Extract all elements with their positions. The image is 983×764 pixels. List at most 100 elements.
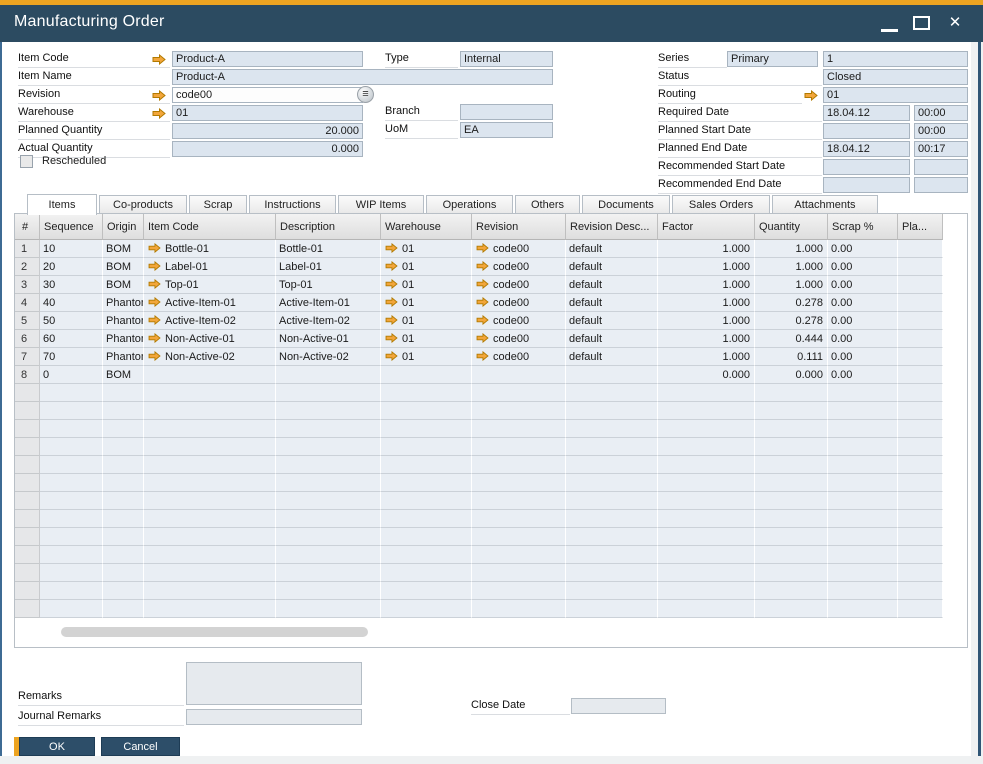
link-arrow-icon[interactable] <box>385 315 398 325</box>
recommended-start-date-field[interactable] <box>823 159 910 175</box>
link-arrow-icon[interactable] <box>476 315 489 325</box>
planned-quantity-field[interactable]: 20.000 <box>172 123 363 139</box>
column-header[interactable]: # <box>15 214 40 240</box>
table-row[interactable] <box>15 510 943 528</box>
column-header[interactable]: Item Code <box>144 214 276 240</box>
link-arrow-icon[interactable] <box>152 54 166 65</box>
tab-items[interactable]: Items <box>27 194 97 215</box>
table-row[interactable] <box>15 546 943 564</box>
link-arrow-icon[interactable] <box>804 90 818 101</box>
table-row[interactable] <box>15 456 943 474</box>
link-arrow-icon[interactable] <box>476 297 489 307</box>
branch-field[interactable] <box>460 104 553 120</box>
column-header[interactable]: Sequence <box>40 214 103 240</box>
row-number[interactable]: 2 <box>15 258 40 276</box>
choose-from-list-icon[interactable]: ≡ <box>357 86 374 103</box>
row-number[interactable]: 7 <box>15 348 40 366</box>
type-field[interactable]: Internal <box>460 51 553 67</box>
link-arrow-icon[interactable] <box>148 315 161 325</box>
row-number[interactable]: 4 <box>15 294 40 312</box>
recommended-end-date-field[interactable] <box>823 177 910 193</box>
required-time-field[interactable]: 00:00 <box>914 105 968 121</box>
link-arrow-icon[interactable] <box>152 90 166 101</box>
tab-sales-orders[interactable]: Sales Orders <box>672 195 770 213</box>
table-row[interactable] <box>15 582 943 600</box>
tab-attachments[interactable]: Attachments <box>772 195 878 213</box>
table-row[interactable] <box>15 384 943 402</box>
link-arrow-icon[interactable] <box>476 279 489 289</box>
link-arrow-icon[interactable] <box>385 243 398 253</box>
link-arrow-icon[interactable] <box>148 351 161 361</box>
tab-others[interactable]: Others <box>515 195 580 213</box>
warehouse-field[interactable]: 01 <box>172 105 363 121</box>
item-code-field[interactable]: Product-A <box>172 51 363 67</box>
column-header[interactable]: Quantity <box>755 214 828 240</box>
link-arrow-icon[interactable] <box>385 279 398 289</box>
item-name-field[interactable]: Product-A <box>172 69 553 85</box>
required-date-field[interactable]: 18.04.12 <box>823 105 910 121</box>
row-number[interactable]: 5 <box>15 312 40 330</box>
table-row[interactable] <box>15 402 943 420</box>
link-arrow-icon[interactable] <box>152 108 166 119</box>
link-arrow-icon[interactable] <box>385 297 398 307</box>
tab-wip-items[interactable]: WIP Items <box>338 195 424 213</box>
column-header[interactable]: Scrap % <box>828 214 898 240</box>
series-number-field[interactable]: 1 <box>823 51 968 67</box>
revision-field[interactable]: code00 <box>172 87 363 103</box>
maximize-icon[interactable] <box>913 16 930 30</box>
series-field[interactable]: Primary <box>727 51 818 67</box>
vertical-scrollbar[interactable] <box>944 214 967 619</box>
row-number[interactable]: 6 <box>15 330 40 348</box>
rescheduled-checkbox[interactable] <box>20 155 33 168</box>
planned-end-time-field[interactable]: 00:17 <box>914 141 968 157</box>
uom-field[interactable]: EA <box>460 122 553 138</box>
ok-button[interactable]: OK <box>19 737 95 756</box>
table-row[interactable]: 6 60 Phantom Non-Active-01 Non-Active-01… <box>15 330 943 348</box>
tab-operations[interactable]: Operations <box>426 195 513 213</box>
close-icon[interactable]: ✕ <box>945 13 965 33</box>
routing-field[interactable]: 01 <box>823 87 968 103</box>
column-header[interactable]: Factor <box>658 214 755 240</box>
link-arrow-icon[interactable] <box>476 333 489 343</box>
link-arrow-icon[interactable] <box>385 333 398 343</box>
link-arrow-icon[interactable] <box>148 297 161 307</box>
column-header[interactable]: Origin <box>103 214 144 240</box>
planned-start-time-field[interactable]: 00:00 <box>914 123 968 139</box>
table-row[interactable] <box>15 420 943 438</box>
recommended-end-time-field[interactable] <box>914 177 968 193</box>
tab-co-products[interactable]: Co-products <box>99 195 187 213</box>
recommended-start-time-field[interactable] <box>914 159 968 175</box>
close-date-field[interactable] <box>571 698 666 714</box>
minimize-icon[interactable] <box>881 29 898 32</box>
table-row[interactable]: 1 10 BOM Bottle-01 Bottle-01 01 code00 d… <box>15 240 943 258</box>
table-row[interactable]: 5 50 Phantom Active-Item-02 Active-Item-… <box>15 312 943 330</box>
link-arrow-icon[interactable] <box>148 261 161 271</box>
link-arrow-icon[interactable] <box>385 351 398 361</box>
table-row[interactable]: 3 30 BOM Top-01 Top-01 01 code00 default… <box>15 276 943 294</box>
column-header[interactable]: Description <box>276 214 381 240</box>
row-number[interactable]: 8 <box>15 366 40 384</box>
table-row[interactable]: 2 20 BOM Label-01 Label-01 01 code00 def… <box>15 258 943 276</box>
link-arrow-icon[interactable] <box>476 243 489 253</box>
table-row[interactable]: 8 0 BOM 0.000 0.000 0.00 <box>15 366 943 384</box>
status-field[interactable]: Closed <box>823 69 968 85</box>
journal-remarks-field[interactable] <box>186 709 362 725</box>
table-row[interactable] <box>15 600 943 618</box>
column-header[interactable]: Pla... <box>898 214 943 240</box>
column-header[interactable]: Revision Desc... <box>566 214 658 240</box>
column-header[interactable]: Warehouse <box>381 214 472 240</box>
table-row[interactable] <box>15 438 943 456</box>
table-row[interactable] <box>15 492 943 510</box>
table-row[interactable] <box>15 528 943 546</box>
row-number[interactable]: 1 <box>15 240 40 258</box>
link-arrow-icon[interactable] <box>385 261 398 271</box>
link-arrow-icon[interactable] <box>148 243 161 253</box>
table-row[interactable] <box>15 474 943 492</box>
horizontal-scrollbar[interactable] <box>15 619 967 646</box>
table-row[interactable]: 4 40 Phantom Active-Item-01 Active-Item-… <box>15 294 943 312</box>
tab-instructions[interactable]: Instructions <box>249 195 336 213</box>
tab-scrap[interactable]: Scrap <box>189 195 247 213</box>
actual-quantity-field[interactable]: 0.000 <box>172 141 363 157</box>
table-row[interactable] <box>15 564 943 582</box>
link-arrow-icon[interactable] <box>476 261 489 271</box>
